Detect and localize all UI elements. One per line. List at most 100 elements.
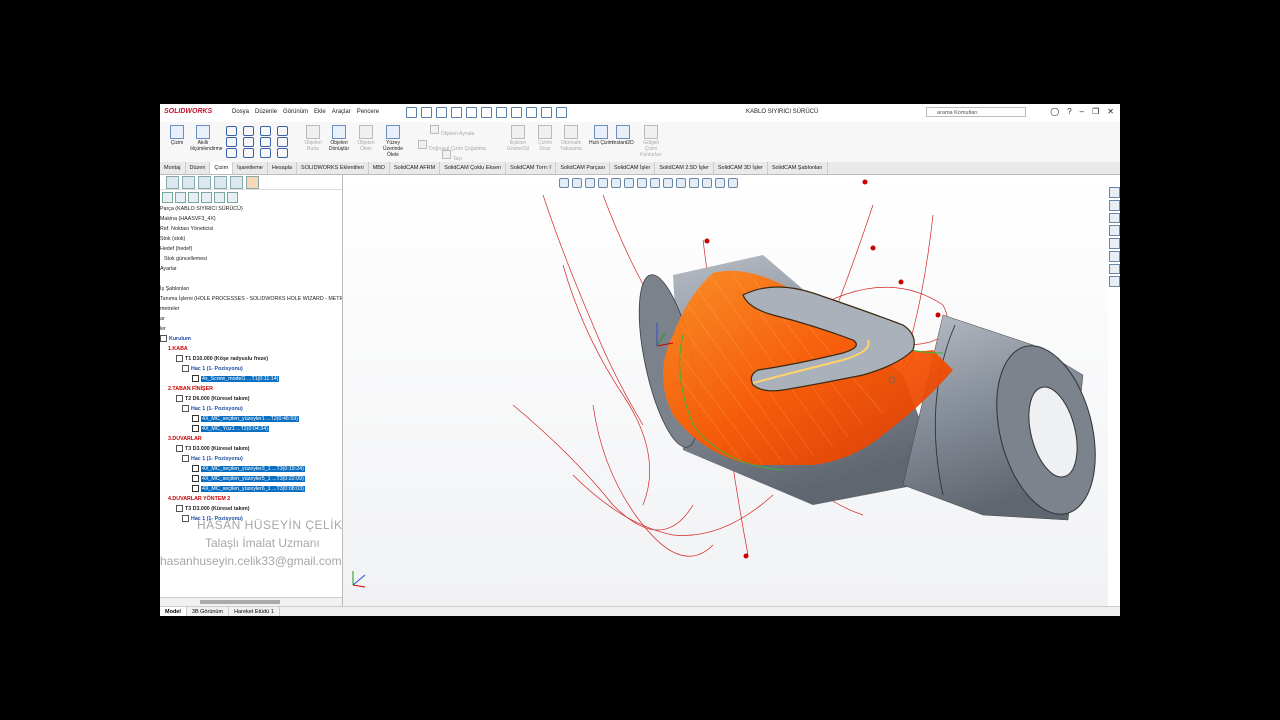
tree-node[interactable]: T3 D3.000 (Küresel takım) <box>160 444 342 454</box>
ribbon-button[interactable]: Otomatik Yakalama <box>558 125 584 152</box>
display-manager-tab-icon[interactable] <box>230 175 243 189</box>
help-icon[interactable]: ? <box>1067 107 1071 116</box>
command-tab[interactable]: SolidCAM Şablonları <box>768 162 828 174</box>
tree-node[interactable]: Ayarlar <box>160 264 342 274</box>
tree-node[interactable]: Stok güncellemesi <box>160 254 342 264</box>
tree-node[interactable]: Makina (HAASVF3_4X) <box>160 214 342 224</box>
command-tab[interactable]: Hesapla <box>268 162 298 174</box>
redo-icon[interactable] <box>496 107 507 118</box>
tree-node[interactable]: ar <box>160 314 342 324</box>
bottom-tab[interactable]: Hareket Etüdü 1 <box>229 607 280 616</box>
tree-node[interactable]: metreler <box>160 304 342 314</box>
operation-checkbox[interactable] <box>192 415 199 423</box>
sketch-tool-icon[interactable] <box>243 137 254 147</box>
tree-node[interactable]: 4x_Screw_model1 ...T1(0:11:14) <box>160 374 342 384</box>
sketch-tool-icon[interactable] <box>277 126 288 136</box>
expand-toggle-icon[interactable] <box>182 455 189 463</box>
sketch-tool-icon[interactable] <box>260 148 271 158</box>
expand-toggle-icon[interactable] <box>176 355 183 363</box>
tree-node[interactable]: Ref. Noktası Yöneticisi <box>160 224 342 234</box>
tree-node[interactable]: Tanıma İşlemi (HOLE PROCESSES - SOLIDWOR… <box>160 294 342 304</box>
menu-item[interactable]: Dosya <box>232 109 249 115</box>
file-properties-icon[interactable] <box>541 107 552 118</box>
ribbon-button[interactable]: Objeleri Buda <box>300 125 326 152</box>
command-tab[interactable]: Montaj <box>160 162 186 174</box>
expand-toggle-icon[interactable] <box>176 395 183 403</box>
sketch-tool-icon[interactable] <box>243 148 254 158</box>
appearances-icon[interactable] <box>1108 238 1120 249</box>
command-tab[interactable]: SolidCAM AFRM <box>390 162 441 174</box>
operation-checkbox[interactable] <box>192 425 199 433</box>
options-gear-icon[interactable] <box>556 107 567 118</box>
new-document-icon[interactable] <box>421 107 432 118</box>
expand-toggle-icon[interactable] <box>160 335 167 343</box>
menu-item[interactable]: Pencere <box>357 109 379 115</box>
open-folder-icon[interactable] <box>175 191 186 203</box>
bottom-tab[interactable]: Model <box>160 607 187 616</box>
solidcam-manager-tab-icon[interactable] <box>246 175 259 189</box>
ribbon-button[interactable]: Objeleri Ötele <box>353 125 379 152</box>
tree-node[interactable]: Kurulum <box>160 334 342 344</box>
tree-node[interactable]: Stok (stok) <box>160 234 342 244</box>
horizontal-scrollbar[interactable] <box>160 597 342 606</box>
print-icon[interactable] <box>466 107 477 118</box>
new-operation-icon[interactable] <box>162 191 173 203</box>
operation-checkbox[interactable] <box>192 485 199 493</box>
ribbon-button[interactable]: Instant2D <box>610 125 636 146</box>
menu-item[interactable]: Görünüm <box>283 109 308 115</box>
expand-toggle-icon[interactable] <box>176 445 183 453</box>
tree-node[interactable]: Hac 1 (1- Pozisyonu) <box>160 364 342 374</box>
operation-checkbox[interactable] <box>192 475 199 483</box>
sketch-tool-icon[interactable] <box>226 126 237 136</box>
menu-item[interactable]: Ekle <box>314 109 326 115</box>
tree-node[interactable]: T2 D6.000 (Küresel takım) <box>160 394 342 404</box>
ribbon-button[interactable]: Gölgeli Çizim Konturları <box>638 125 664 158</box>
property-manager-tab-icon[interactable] <box>182 175 195 189</box>
user-icon[interactable]: ◯ <box>1050 107 1059 116</box>
undo-icon[interactable] <box>481 107 492 118</box>
tree-node[interactable]: 1.KABA <box>160 344 342 354</box>
sketch-tool-icon[interactable] <box>226 137 237 147</box>
bottom-tab[interactable]: 3B Görünüm <box>187 607 230 616</box>
tree-node[interactable]: 3.DUVARLAR <box>160 434 342 444</box>
solidcam-tab-icon[interactable] <box>1108 263 1120 275</box>
view-palette-icon[interactable] <box>1108 225 1120 236</box>
restore-button[interactable]: ❐ <box>1092 107 1099 116</box>
tree-node[interactable]: T3 D3.000 (Küresel takım) <box>160 504 342 514</box>
command-tab[interactable]: SolidCAM İşler <box>610 162 656 174</box>
ribbon-button[interactable]: Objeleri Aynala <box>417 125 487 137</box>
command-tab[interactable]: SOLIDWORKS Eklentileri <box>297 162 369 174</box>
ribbon-button[interactable]: Çizimi Onar <box>532 125 558 152</box>
file-explorer-icon[interactable] <box>1108 212 1120 224</box>
home-icon[interactable] <box>406 107 417 118</box>
expand-toggle-icon[interactable] <box>176 505 183 513</box>
tree-node[interactable]: Hac 1 (1- Pozisyonu) <box>160 404 342 414</box>
tree-node[interactable]: 4X_MC_seçilen_yüzeyler6_1 ...T3(0:08:03) <box>160 484 342 494</box>
sketch-tool-icon[interactable] <box>226 148 237 158</box>
forum-icon[interactable] <box>1108 276 1120 287</box>
menu-item[interactable]: Araçlar <box>332 109 351 115</box>
expand-toggle-icon[interactable] <box>182 365 189 373</box>
command-tab[interactable]: SolidCAM 3D İşler <box>714 162 768 174</box>
command-tab[interactable]: SolidCAM Tornा <box>506 162 557 174</box>
tools-wrench-icon[interactable] <box>227 191 238 203</box>
minimize-button[interactable]: – <box>1080 107 1084 116</box>
scrollbar-thumb[interactable] <box>200 600 280 604</box>
ribbon-button[interactable]: Objeleri Dönüştür <box>326 125 352 152</box>
sketch-tool-icon[interactable] <box>277 137 288 147</box>
tree-node[interactable]: Hac 1 (1- Pozisyonu) <box>160 454 342 464</box>
select-icon[interactable] <box>511 107 522 118</box>
configuration-manager-tab-icon[interactable] <box>198 175 211 189</box>
copy-icon[interactable] <box>188 191 199 203</box>
dimxpert-tab-icon[interactable] <box>214 175 227 189</box>
command-tab[interactable]: Düzen <box>186 162 211 174</box>
operation-checkbox[interactable] <box>192 465 199 473</box>
search-commands-input[interactable]: arama Komutları <box>926 107 1026 117</box>
design-library-icon[interactable] <box>1108 199 1120 211</box>
save-cam-icon[interactable] <box>201 191 212 203</box>
part-3d-model[interactable] <box>343 175 1108 606</box>
tree-node[interactable]: Hedef (hedef) <box>160 244 342 254</box>
rebuild-icon[interactable] <box>526 107 537 118</box>
command-tab[interactable]: İşaretleme <box>233 162 268 174</box>
sketch-tool-icon[interactable] <box>260 137 271 147</box>
